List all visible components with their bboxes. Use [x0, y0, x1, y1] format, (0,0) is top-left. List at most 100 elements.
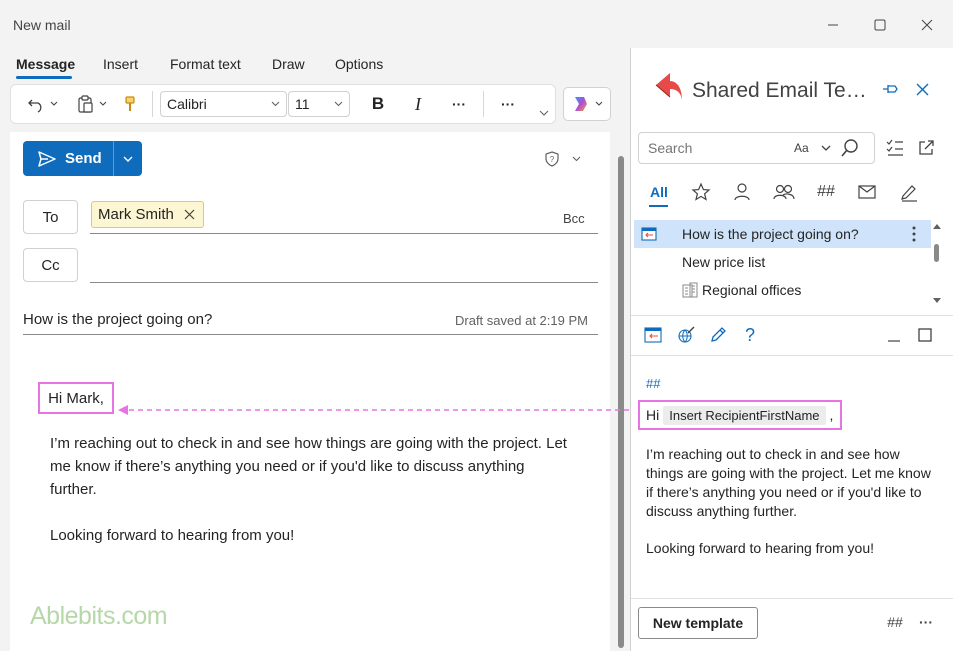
- recipient-name: Mark Smith: [98, 206, 174, 223]
- paste-button[interactable]: [72, 92, 110, 116]
- match-case-button[interactable]: Aa: [794, 141, 809, 155]
- font-name-dropdown[interactable]: Calibri: [160, 91, 287, 117]
- template-label: New price list: [682, 254, 766, 270]
- template-list-scrollbar[interactable]: [934, 244, 939, 262]
- minimize-button[interactable]: [810, 8, 856, 42]
- scroll-down-icon[interactable]: [933, 298, 941, 304]
- template-item[interactable]: New price list: [634, 248, 931, 276]
- signature-filter[interactable]: [898, 181, 920, 203]
- tab-message[interactable]: Message: [16, 56, 75, 72]
- new-template-button[interactable]: New template: [638, 607, 758, 639]
- cc-field-input[interactable]: [90, 282, 598, 283]
- more-options-button[interactable]: ···: [495, 92, 521, 116]
- chevron-down-icon: [271, 101, 280, 107]
- email-filter[interactable]: [856, 181, 878, 203]
- send-button-group: Send: [23, 141, 142, 176]
- maximize-preview-button[interactable]: [915, 325, 935, 345]
- tab-draw[interactable]: Draw: [272, 56, 305, 72]
- search-icon: [841, 139, 858, 157]
- message-closing[interactable]: Looking forward to hearing from you!: [50, 524, 294, 547]
- active-filter-indicator: [649, 205, 668, 207]
- pane-more-button[interactable]: ···: [914, 611, 938, 633]
- close-icon: [916, 83, 928, 95]
- close-pane-button[interactable]: [912, 80, 932, 98]
- search-input[interactable]: [648, 140, 788, 156]
- share-template-button[interactable]: [676, 325, 696, 345]
- format-painter-icon: [125, 96, 135, 111]
- expand-ribbon-button[interactable]: [537, 106, 551, 120]
- format-painter-button[interactable]: [118, 92, 142, 116]
- insert-template-button[interactable]: [643, 325, 663, 345]
- open-external-icon: [919, 140, 934, 155]
- tab-format-text[interactable]: Format text: [170, 56, 241, 72]
- message-body[interactable]: I’m reaching out to check in and see how…: [50, 432, 575, 501]
- edit-template-button[interactable]: [708, 325, 728, 345]
- template-item[interactable]: Regional offices: [634, 276, 931, 304]
- template-item[interactable]: How is the project going on?: [634, 220, 931, 248]
- help-button[interactable]: ?: [740, 325, 760, 345]
- font-name-value: Calibri: [167, 96, 207, 112]
- chevron-down-icon: [821, 145, 831, 151]
- undo-button[interactable]: [22, 92, 62, 116]
- close-icon: [921, 19, 933, 31]
- recipient-chip[interactable]: Mark Smith: [91, 201, 204, 228]
- maximize-icon: [918, 328, 932, 342]
- copilot-icon: [575, 97, 587, 111]
- draft-status: Draft saved at 2:19 PM: [455, 313, 588, 328]
- more-formatting-button[interactable]: ···: [446, 92, 472, 116]
- tab-insert[interactable]: Insert: [103, 56, 138, 72]
- shield-icon: ?: [544, 151, 559, 167]
- italic-button[interactable]: I: [406, 92, 430, 116]
- preview-hi: Hi: [646, 407, 660, 423]
- open-external-button[interactable]: [915, 138, 937, 158]
- shared-filter[interactable]: [772, 181, 796, 203]
- tab-options[interactable]: Options: [335, 56, 383, 72]
- macros-filter[interactable]: ##: [815, 181, 837, 203]
- bcc-button[interactable]: Bcc: [563, 211, 585, 226]
- send-options-button[interactable]: [114, 141, 142, 176]
- checklist-button[interactable]: [884, 138, 906, 158]
- undo-icon: [27, 99, 41, 113]
- send-button[interactable]: Send: [23, 141, 113, 176]
- to-button[interactable]: To: [23, 200, 78, 234]
- chevron-down-icon: [572, 156, 580, 162]
- pane-divider: [631, 355, 953, 356]
- sensitivity-button[interactable]: ?: [540, 149, 584, 169]
- macro-hash-label: ##: [887, 614, 903, 630]
- minimize-icon: [888, 340, 900, 342]
- more-vertical-icon: [912, 226, 916, 242]
- pin-button[interactable]: [881, 80, 901, 98]
- pin-icon: [883, 85, 898, 93]
- personal-filter[interactable]: [731, 181, 753, 203]
- close-window-button[interactable]: [904, 8, 950, 42]
- pane-divider: [631, 598, 953, 599]
- chevron-down-icon: [539, 110, 549, 116]
- globe-pen-icon: [678, 326, 695, 343]
- pane-divider: [631, 315, 953, 316]
- scroll-up-icon[interactable]: [933, 224, 941, 230]
- to-field-underline: [90, 233, 598, 234]
- filter-all-tab[interactable]: All: [650, 184, 668, 200]
- insert-macro-button[interactable]: ##: [884, 611, 906, 633]
- maximize-button[interactable]: [857, 8, 903, 42]
- ribbon-tabs: [0, 48, 630, 80]
- greeting-highlight: Hi Mark,: [38, 382, 114, 414]
- preview-comma: ,: [829, 407, 834, 423]
- chevron-down-icon: [334, 101, 343, 107]
- minimize-preview-button[interactable]: [884, 325, 904, 345]
- copilot-button[interactable]: [563, 87, 611, 121]
- preview-greeting-highlight: Hi Insert RecipientFirstName ,: [638, 400, 842, 430]
- font-size-dropdown[interactable]: 11: [288, 91, 350, 117]
- preview-closing: Looking forward to hearing from you!: [646, 540, 875, 556]
- subject-field[interactable]: How is the project going on?: [23, 311, 212, 328]
- minimize-icon: [828, 24, 838, 26]
- favorites-filter[interactable]: [690, 181, 712, 203]
- cc-button[interactable]: Cc: [23, 248, 78, 282]
- chevron-down-icon: [50, 101, 57, 106]
- window-title: New mail: [13, 17, 71, 33]
- recipient-macro[interactable]: Insert RecipientFirstName: [663, 405, 826, 425]
- chevron-down-icon: [595, 101, 603, 106]
- clipboard-icon: [77, 95, 93, 113]
- template-search[interactable]: Aa: [638, 132, 875, 164]
- bold-button[interactable]: B: [366, 92, 390, 116]
